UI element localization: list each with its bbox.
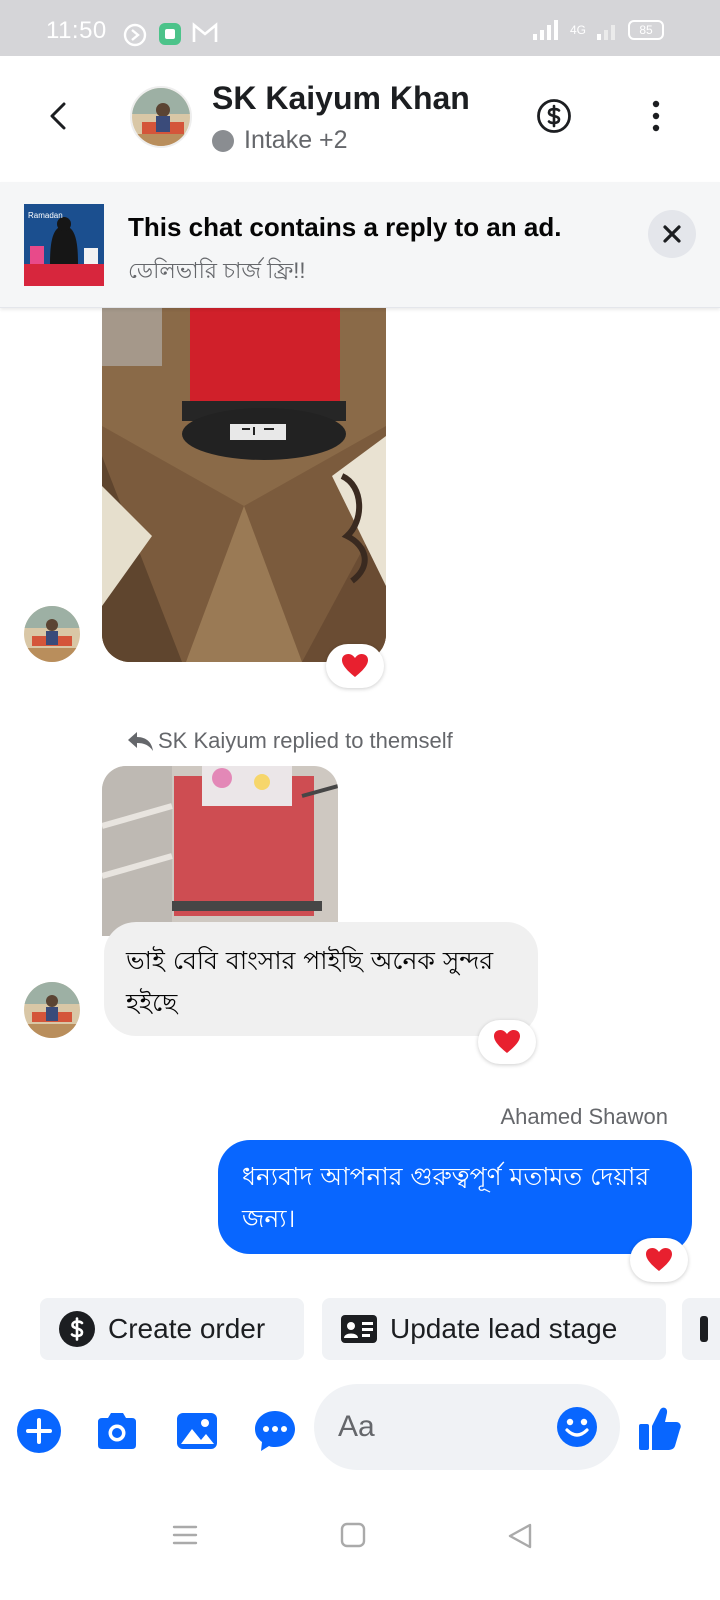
thumbs-up-icon[interactable]	[638, 1404, 682, 1452]
home-icon[interactable]	[340, 1522, 366, 1548]
reply-arrow-icon	[128, 732, 153, 751]
lead-status-label: Intake +2	[244, 126, 348, 154]
gallery-icon[interactable]	[174, 1408, 220, 1454]
reply-note-text: SK Kaiyum replied to themself	[158, 728, 453, 753]
quoted-photo[interactable]	[102, 766, 338, 936]
back-arrow-icon[interactable]	[38, 96, 78, 136]
ad-banner-title: This chat contains a reply to an ad.	[128, 212, 562, 242]
contact-avatar[interactable]	[130, 86, 192, 148]
menu-icon[interactable]	[172, 1522, 198, 1548]
lead-status[interactable]: Intake +2	[212, 126, 348, 155]
outgoing-sender-name: Ahamed Shawon	[500, 1104, 668, 1129]
signal-weak-icon	[597, 25, 615, 40]
emoji-icon[interactable]	[556, 1406, 598, 1448]
back-triangle-icon[interactable]	[506, 1522, 534, 1550]
sender-avatar[interactable]	[24, 982, 80, 1038]
create-order-button[interactable]: Create order	[40, 1298, 304, 1360]
camera-icon[interactable]	[94, 1408, 140, 1454]
heart-icon	[494, 1030, 520, 1053]
plus-icon[interactable]	[16, 1408, 62, 1454]
incoming-message-bubble[interactable]: ভাই বেবি বাংসার পাইছি অনেক সুন্দর হইছে	[104, 922, 538, 1036]
more-actions-chip[interactable]	[682, 1298, 720, 1360]
app-notification-icon	[159, 23, 181, 45]
heart-reaction[interactable]	[630, 1238, 688, 1282]
chat-bubble-icon[interactable]	[252, 1408, 298, 1454]
network-type: 4G	[569, 23, 586, 37]
update-lead-stage-label: Update lead stage	[390, 1313, 618, 1344]
create-order-label: Create order	[108, 1313, 266, 1344]
close-icon	[663, 225, 681, 243]
ad-image-text: Ramadan	[28, 211, 63, 220]
dollar-circle-icon	[59, 1311, 95, 1347]
signal-icon	[532, 20, 558, 40]
message-photo-bouncer[interactable]	[102, 306, 386, 662]
heart-icon	[646, 1248, 672, 1271]
heart-reaction[interactable]	[326, 644, 384, 688]
ad-banner-subtitle: ডেলিভারি চার্জ ফ্রি!!	[128, 258, 306, 283]
status-dot-icon	[212, 129, 234, 152]
ad-thumbnail: Ramadan	[24, 204, 104, 286]
partial-chip-icon	[700, 1316, 708, 1342]
more-vertical-icon[interactable]	[644, 98, 668, 134]
gmail-icon	[192, 22, 218, 42]
status-time: 11:50	[46, 17, 107, 44]
update-lead-stage-button[interactable]: Update lead stage	[322, 1298, 666, 1360]
message-input[interactable]	[338, 1406, 538, 1448]
data-saver-icon	[123, 23, 147, 47]
reply-note: SK Kaiyum replied to themself	[126, 728, 453, 754]
contact-name[interactable]: SK Kaiyum Khan	[212, 80, 470, 117]
heart-icon	[342, 654, 368, 677]
system-nav-bar	[0, 1480, 720, 1600]
chat-header: SK Kaiyum Khan Intake +2	[0, 56, 720, 182]
outgoing-message-bubble[interactable]: ধন্যবাদ আপনার গুরুত্বপূর্ণ মতামত দেয়ার …	[218, 1140, 692, 1254]
dollar-icon[interactable]	[536, 98, 572, 134]
status-right: 4G 85	[532, 20, 664, 40]
sender-avatar[interactable]	[24, 606, 80, 662]
message-input-container	[314, 1384, 620, 1470]
battery-indicator: 85	[628, 20, 664, 40]
ad-reply-banner[interactable]: Ramadan This chat contains a reply to an…	[0, 182, 720, 308]
close-banner-button[interactable]	[648, 210, 696, 258]
heart-reaction[interactable]	[478, 1020, 536, 1064]
contact-card-icon	[341, 1315, 377, 1343]
status-bar: 11:50 4G 85	[0, 0, 720, 56]
